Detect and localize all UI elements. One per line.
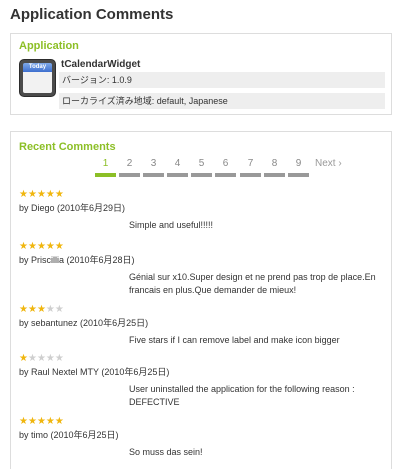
app-version: バージョン: 1.0.9 xyxy=(59,72,385,88)
comment-item: ★★★★★ by timo (2010年6月25日) So muss das s… xyxy=(19,417,385,458)
comment-text: User uninstalled the application for the… xyxy=(129,384,355,407)
star-empty-icon: ★ xyxy=(36,353,46,364)
page-link-2[interactable]: 2 xyxy=(119,158,140,177)
star-filled-icon: ★ xyxy=(45,189,55,200)
star-rating: ★★★★★ xyxy=(19,242,385,252)
star-filled-icon: ★ xyxy=(36,189,46,200)
comment-item: ★★★★★ by Raul Nextel MTY (2010年6月25日) Us… xyxy=(19,354,385,408)
page-link-4[interactable]: 4 xyxy=(167,158,188,177)
pagination: 1 2 3 4 5 6 7 8 9 Next › xyxy=(95,158,375,178)
page-title: Application Comments xyxy=(10,6,174,23)
calendar-app-icon: Today xyxy=(19,59,56,97)
comment-author: by Raul Nextel MTY (2010年6月25日) xyxy=(19,367,170,377)
page-link-5[interactable]: 5 xyxy=(191,158,212,177)
star-filled-icon: ★ xyxy=(19,189,28,200)
star-filled-icon: ★ xyxy=(54,189,64,200)
star-filled-icon: ★ xyxy=(36,241,46,252)
star-empty-icon: ★ xyxy=(45,304,55,315)
app-icon-label: Today xyxy=(23,63,52,72)
star-filled-icon: ★ xyxy=(19,353,28,364)
star-filled-icon: ★ xyxy=(19,416,28,427)
star-rating: ★★★★★ xyxy=(19,417,385,427)
comment-author: by Priscillia (2010年6月28日) xyxy=(19,255,135,265)
star-filled-icon: ★ xyxy=(27,304,37,315)
page-link-8[interactable]: 8 xyxy=(264,158,285,177)
star-empty-icon: ★ xyxy=(54,353,64,364)
star-filled-icon: ★ xyxy=(54,416,64,427)
star-filled-icon: ★ xyxy=(27,241,37,252)
star-filled-icon: ★ xyxy=(54,241,64,252)
application-panel: Application Today tCalendarWidget バージョン:… xyxy=(10,33,392,115)
calendar-page-icon xyxy=(23,72,52,93)
page-link-3[interactable]: 3 xyxy=(143,158,164,177)
recent-comments-panel: Recent Comments 1 2 3 4 5 6 7 8 9 Next ›… xyxy=(10,131,392,469)
star-filled-icon: ★ xyxy=(27,189,37,200)
comment-text: Génial sur x10.Super design et ne prend … xyxy=(129,272,376,295)
comment-text: So muss das sein! xyxy=(129,447,203,457)
star-filled-icon: ★ xyxy=(36,304,46,315)
star-filled-icon: ★ xyxy=(19,241,28,252)
star-filled-icon: ★ xyxy=(27,416,37,427)
app-name: tCalendarWidget xyxy=(61,59,141,70)
comment-item: ★★★★★ by Priscillia (2010年6月28日) Génial … xyxy=(19,242,385,296)
next-page-link[interactable]: Next › xyxy=(315,158,342,169)
comment-author: by sebantunez (2010年6月25日) xyxy=(19,318,149,328)
recent-comments-title: Recent Comments xyxy=(19,141,116,153)
page-link-7[interactable]: 7 xyxy=(240,158,261,177)
app-locales: ローカライズ済み地域: default, Japanese xyxy=(59,93,385,109)
star-rating: ★★★★★ xyxy=(19,354,385,364)
page-link-9[interactable]: 9 xyxy=(288,158,309,177)
comment-item: ★★★★★ by sebantunez (2010年6月25日) Five st… xyxy=(19,305,385,346)
application-panel-title: Application xyxy=(19,40,79,52)
star-empty-icon: ★ xyxy=(45,353,55,364)
comment-text: Simple and useful!!!!! xyxy=(129,220,214,230)
page-link-1[interactable]: 1 xyxy=(95,158,116,177)
comment-author: by Diego (2010年6月29日) xyxy=(19,203,126,213)
star-filled-icon: ★ xyxy=(36,416,46,427)
star-rating: ★★★★★ xyxy=(19,305,385,315)
star-filled-icon: ★ xyxy=(45,241,55,252)
comment-item: ★★★★★ by Diego (2010年6月29日) Simple and u… xyxy=(19,190,385,231)
star-rating: ★★★★★ xyxy=(19,190,385,200)
page-link-6[interactable]: 6 xyxy=(215,158,236,177)
star-filled-icon: ★ xyxy=(45,416,55,427)
star-empty-icon: ★ xyxy=(27,353,37,364)
star-empty-icon: ★ xyxy=(54,304,64,315)
comment-author: by timo (2010年6月25日) xyxy=(19,430,119,440)
comment-text: Five stars if I can remove label and mak… xyxy=(129,335,340,345)
star-filled-icon: ★ xyxy=(19,304,28,315)
